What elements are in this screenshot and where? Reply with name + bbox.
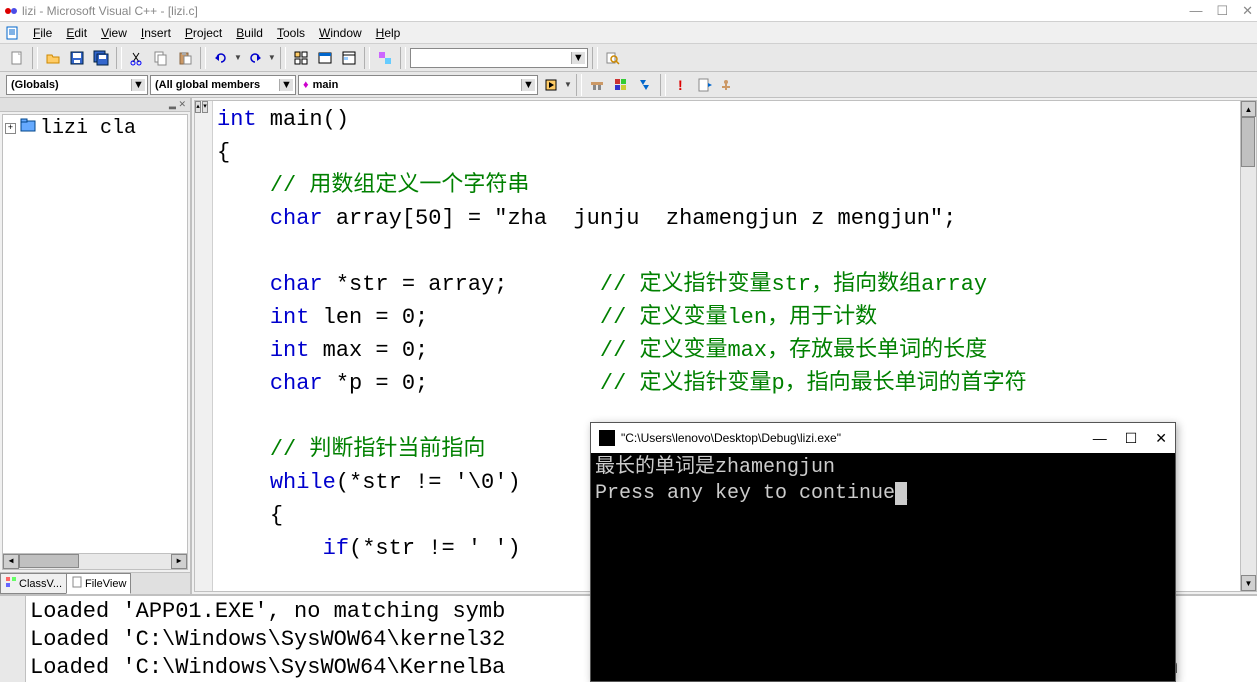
console-maximize-button[interactable]: ☐ — [1125, 430, 1138, 447]
window-list-button[interactable] — [338, 47, 360, 69]
console-body[interactable]: 最长的单词是zhamengjun Press any key to contin… — [591, 453, 1175, 509]
workspace-tabs: ClassV... FileView — [0, 572, 190, 594]
panel-handle[interactable]: ▂ ✕ — [0, 98, 190, 112]
console-title: "C:\Users\lenovo\Desktop\Debug\lizi.exe" — [621, 431, 1093, 445]
scroll-down-button[interactable]: ▼ — [1241, 575, 1256, 591]
wizard-bar: (Globals)▼ (All global members▼ ♦ main▼ … — [0, 72, 1257, 98]
open-button[interactable] — [42, 47, 64, 69]
console-icon — [599, 430, 615, 446]
workspace-panel: ▂ ✕ + lizi cla ◀▶ ClassV... FileView — [0, 98, 192, 594]
menu-project[interactable]: Project — [178, 24, 229, 42]
workspace-button[interactable] — [290, 47, 312, 69]
redo-dropdown[interactable]: ▼ — [268, 53, 276, 62]
titlebar: lizi - Microsoft Visual C++ - [lizi.c] —… — [0, 0, 1257, 22]
menu-file[interactable]: File — [26, 24, 59, 42]
menu-tools[interactable]: Tools — [270, 24, 312, 42]
goto-dropdown[interactable]: ▼ — [564, 80, 572, 89]
execute-button[interactable]: ! — [670, 74, 692, 96]
minimize-button[interactable]: — — [1189, 3, 1202, 19]
document-icon[interactable] — [4, 25, 20, 41]
output-button[interactable] — [314, 47, 336, 69]
resource-button[interactable] — [374, 47, 396, 69]
stop-build-button[interactable] — [634, 74, 656, 96]
close-button[interactable]: ✕ — [1242, 3, 1253, 19]
build-button[interactable] — [610, 74, 632, 96]
menu-window[interactable]: Window — [312, 24, 369, 42]
compile-button[interactable] — [586, 74, 608, 96]
app-icon — [4, 4, 18, 18]
console-close-button[interactable]: ✕ — [1155, 430, 1167, 447]
console-minimize-button[interactable]: — — [1093, 430, 1107, 447]
maximize-button[interactable]: ☐ — [1216, 3, 1228, 19]
save-all-button[interactable] — [90, 47, 112, 69]
class-tree[interactable]: + lizi cla ◀▶ — [2, 114, 188, 570]
editor-gutter — [195, 101, 213, 591]
classview-icon — [5, 576, 17, 591]
find-combo[interactable]: ▼ — [410, 48, 588, 68]
menu-insert[interactable]: Insert — [134, 24, 178, 42]
console-line-1: 最长的单词是zhamengjun — [595, 455, 1171, 481]
members-combo[interactable]: ♦ main▼ — [298, 75, 538, 95]
tree-root-item[interactable]: + lizi cla — [5, 117, 185, 140]
cut-button[interactable] — [126, 47, 148, 69]
find-in-files-button[interactable] — [602, 47, 624, 69]
scroll-up-button[interactable]: ▲ — [1241, 101, 1256, 117]
svg-text:!: ! — [678, 77, 683, 93]
console-window[interactable]: "C:\Users\lenovo\Desktop\Debug\lizi.exe"… — [590, 422, 1176, 682]
tree-root-label: lizi cla — [40, 117, 136, 140]
fileview-icon — [71, 576, 83, 591]
expand-icon[interactable]: + — [5, 123, 16, 134]
undo-button[interactable] — [210, 47, 232, 69]
menu-build[interactable]: Build — [229, 24, 270, 42]
menu-view[interactable]: View — [94, 24, 134, 42]
menu-edit[interactable]: Edit — [59, 24, 94, 42]
console-titlebar[interactable]: "C:\Users\lenovo\Desktop\Debug\lizi.exe"… — [591, 423, 1175, 453]
redo-button[interactable] — [244, 47, 266, 69]
menu-help[interactable]: Help — [369, 24, 408, 42]
editor-vscroll[interactable]: ▲ ▼ — [1240, 101, 1256, 591]
fileview-tab[interactable]: FileView — [66, 573, 131, 594]
folder-icon — [20, 117, 38, 140]
output-gutter — [0, 596, 26, 682]
editor-split-buttons[interactable]: ▴▾ — [195, 101, 209, 115]
new-text-file-button[interactable] — [6, 47, 28, 69]
insert-breakpoint-button[interactable] — [718, 74, 740, 96]
tree-hscroll[interactable]: ◀▶ — [3, 553, 187, 569]
standard-toolbar: ▼ ▼ ▼ — [0, 44, 1257, 72]
console-line-2: Press any key to continue_ — [595, 481, 1171, 507]
goto-button[interactable] — [540, 74, 562, 96]
function-icon: ♦ — [303, 79, 309, 91]
save-button[interactable] — [66, 47, 88, 69]
window-title: lizi - Microsoft Visual C++ - [lizi.c] — [22, 4, 1189, 18]
scroll-thumb[interactable] — [1241, 117, 1255, 167]
paste-button[interactable] — [174, 47, 196, 69]
copy-button[interactable] — [150, 47, 172, 69]
go-button[interactable] — [694, 74, 716, 96]
menubar: File Edit View Insert Project Build Tool… — [0, 22, 1257, 44]
classview-tab[interactable]: ClassV... — [0, 573, 67, 594]
scope-combo[interactable]: (Globals)▼ — [6, 75, 148, 95]
filter-combo[interactable]: (All global members▼ — [150, 75, 296, 95]
undo-dropdown[interactable]: ▼ — [234, 53, 242, 62]
